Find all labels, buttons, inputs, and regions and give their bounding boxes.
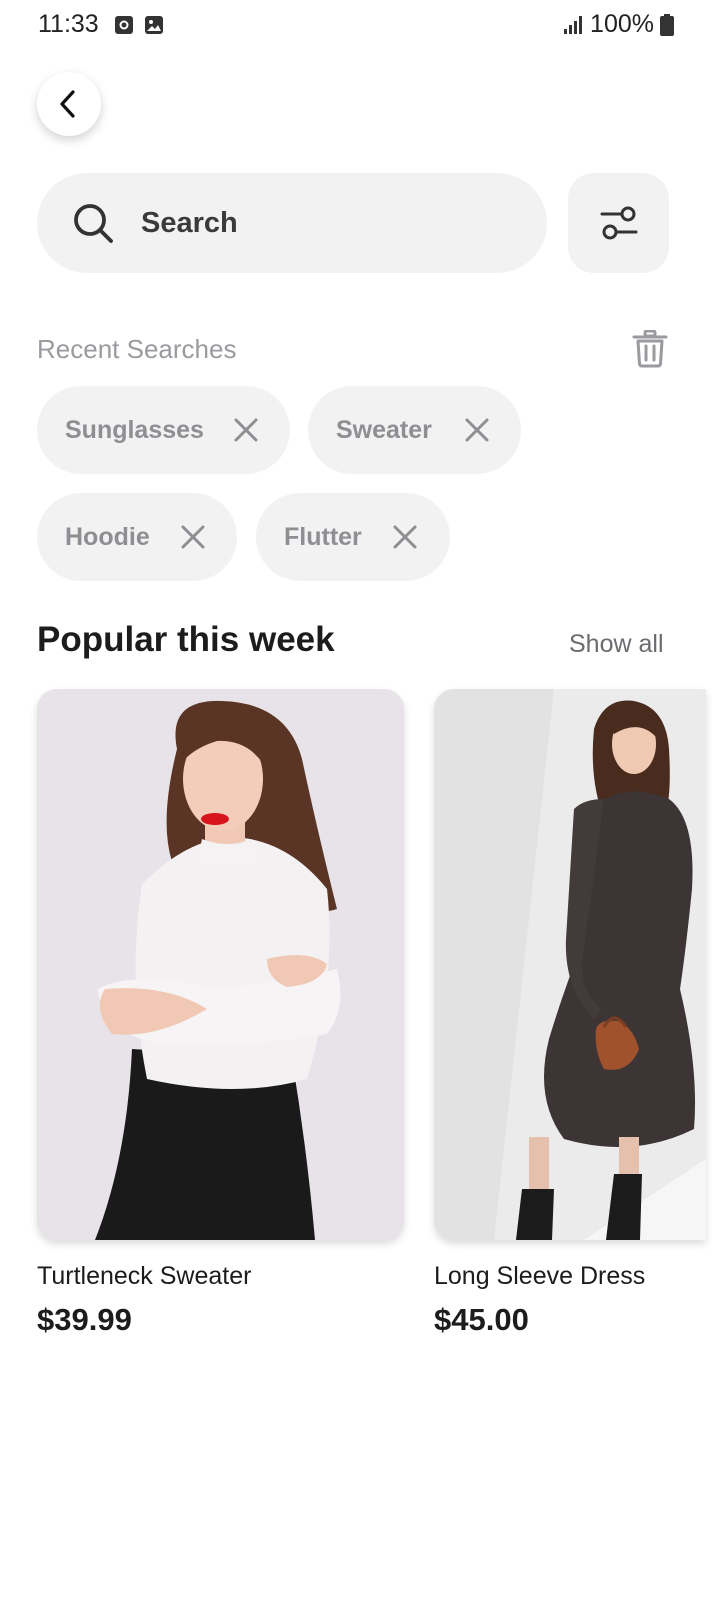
recent-chip[interactable]: Sweater xyxy=(308,386,521,474)
search-icon xyxy=(74,204,113,243)
signal-icon xyxy=(564,15,583,34)
status-time: 11:33 xyxy=(38,10,99,38)
close-icon[interactable] xyxy=(233,417,259,443)
product-price: $45.00 xyxy=(434,1302,529,1337)
product-name: Long Sleeve Dress xyxy=(434,1262,646,1290)
filter-button[interactable] xyxy=(568,173,669,273)
status-bar: 11:33 100% xyxy=(0,0,720,52)
chip-label: Hoodie xyxy=(65,522,150,551)
recent-chip[interactable]: Hoodie xyxy=(37,493,237,581)
battery-percent: 100% xyxy=(590,10,654,38)
trash-icon[interactable] xyxy=(632,330,668,368)
chip-label: Flutter xyxy=(284,522,362,551)
chip-label: Sweater xyxy=(336,415,432,444)
recent-chip[interactable]: Sunglasses xyxy=(37,386,290,474)
product-image[interactable] xyxy=(37,689,404,1240)
status-right: 100% xyxy=(562,10,674,39)
recent-searches-title: Recent Searches xyxy=(37,334,237,364)
back-button[interactable] xyxy=(37,72,101,136)
section-title: Popular this week xyxy=(37,620,335,659)
search-input[interactable] xyxy=(141,206,501,240)
recent-chip[interactable]: Flutter xyxy=(256,493,450,581)
battery-icon xyxy=(660,13,674,36)
show-all-link[interactable]: Show all xyxy=(569,630,664,659)
product-photo-dress xyxy=(434,689,706,1240)
chevron-left-icon xyxy=(60,90,75,118)
close-icon[interactable] xyxy=(464,417,490,443)
filter-icon xyxy=(600,206,637,240)
product-photo-turtleneck xyxy=(37,689,404,1240)
gallery-icon xyxy=(145,16,163,34)
product-price: $39.99 xyxy=(37,1302,132,1337)
product-name: Turtleneck Sweater xyxy=(37,1262,252,1290)
close-icon[interactable] xyxy=(180,524,206,550)
screen-record-icon xyxy=(115,16,133,34)
close-icon[interactable] xyxy=(392,524,418,550)
search-bar[interactable] xyxy=(37,173,547,273)
chip-label: Sunglasses xyxy=(65,415,204,444)
product-image[interactable] xyxy=(434,689,706,1240)
